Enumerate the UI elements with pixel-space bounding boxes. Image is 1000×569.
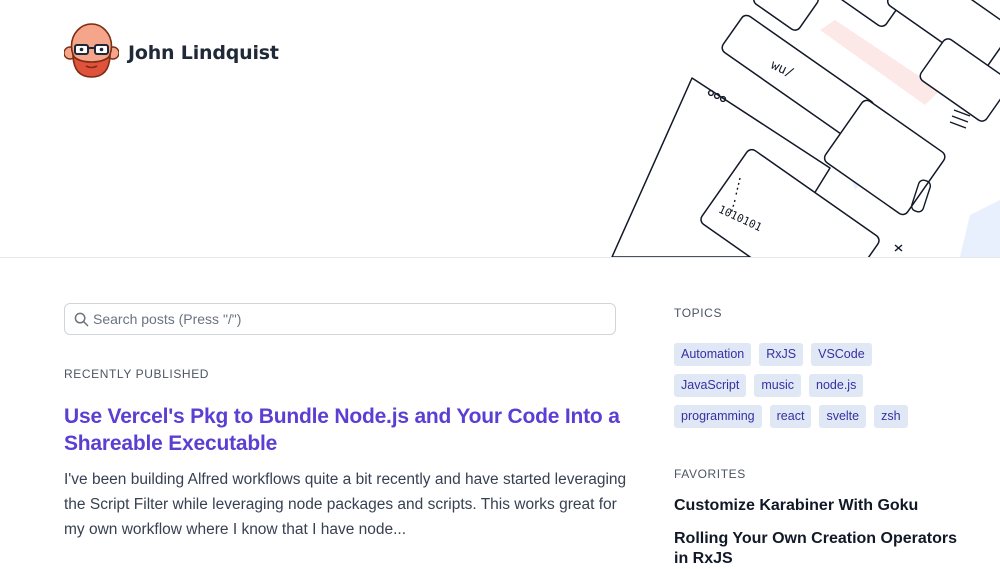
favorites-heading: FAVORITES (674, 467, 746, 481)
topic-tag-nodejs[interactable]: node.js (809, 374, 864, 397)
topic-tag-music[interactable]: music (754, 374, 802, 397)
topic-tag-programming[interactable]: programming (674, 405, 762, 428)
recent-post-title-link[interactable]: Use Vercel's Pkg to Bundle Node.js and Y… (64, 403, 624, 457)
search-input[interactable] (65, 304, 615, 334)
avatar (63, 22, 120, 83)
topics-heading: TOPICS (674, 306, 723, 320)
search-box[interactable] (64, 303, 616, 335)
favorite-post-link[interactable]: Customize Karabiner With Goku (674, 496, 974, 516)
hero-illustration: wu/ 1010101 (611, 0, 1000, 257)
recent-post-excerpt: I've been building Alfred workflows quit… (64, 471, 627, 538)
site-title: John Lindquist (128, 41, 279, 64)
topic-tag-vscode[interactable]: VSCode (811, 343, 872, 366)
recently-published-heading: RECENTLY PUBLISHED (64, 367, 210, 381)
topics-list: Automation RxJS VSCode JavaScript music … (674, 343, 934, 428)
topic-tag-zsh[interactable]: zsh (874, 405, 908, 428)
favorite-post-link[interactable]: Rolling Your Own Creation Operators in R… (674, 529, 974, 569)
topic-tag-javascript[interactable]: JavaScript (674, 374, 747, 397)
topic-tag-svelte[interactable]: svelte (819, 405, 867, 428)
search-icon (74, 312, 89, 327)
topic-tag-react[interactable]: react (769, 405, 812, 428)
topic-tag-rxjs[interactable]: RxJS (759, 343, 804, 366)
topic-tag-automation[interactable]: Automation (674, 343, 752, 366)
site-logo-link[interactable]: John Lindquist (63, 22, 279, 83)
site-header: John Lindquist wu/ 1010101 (0, 0, 1000, 258)
